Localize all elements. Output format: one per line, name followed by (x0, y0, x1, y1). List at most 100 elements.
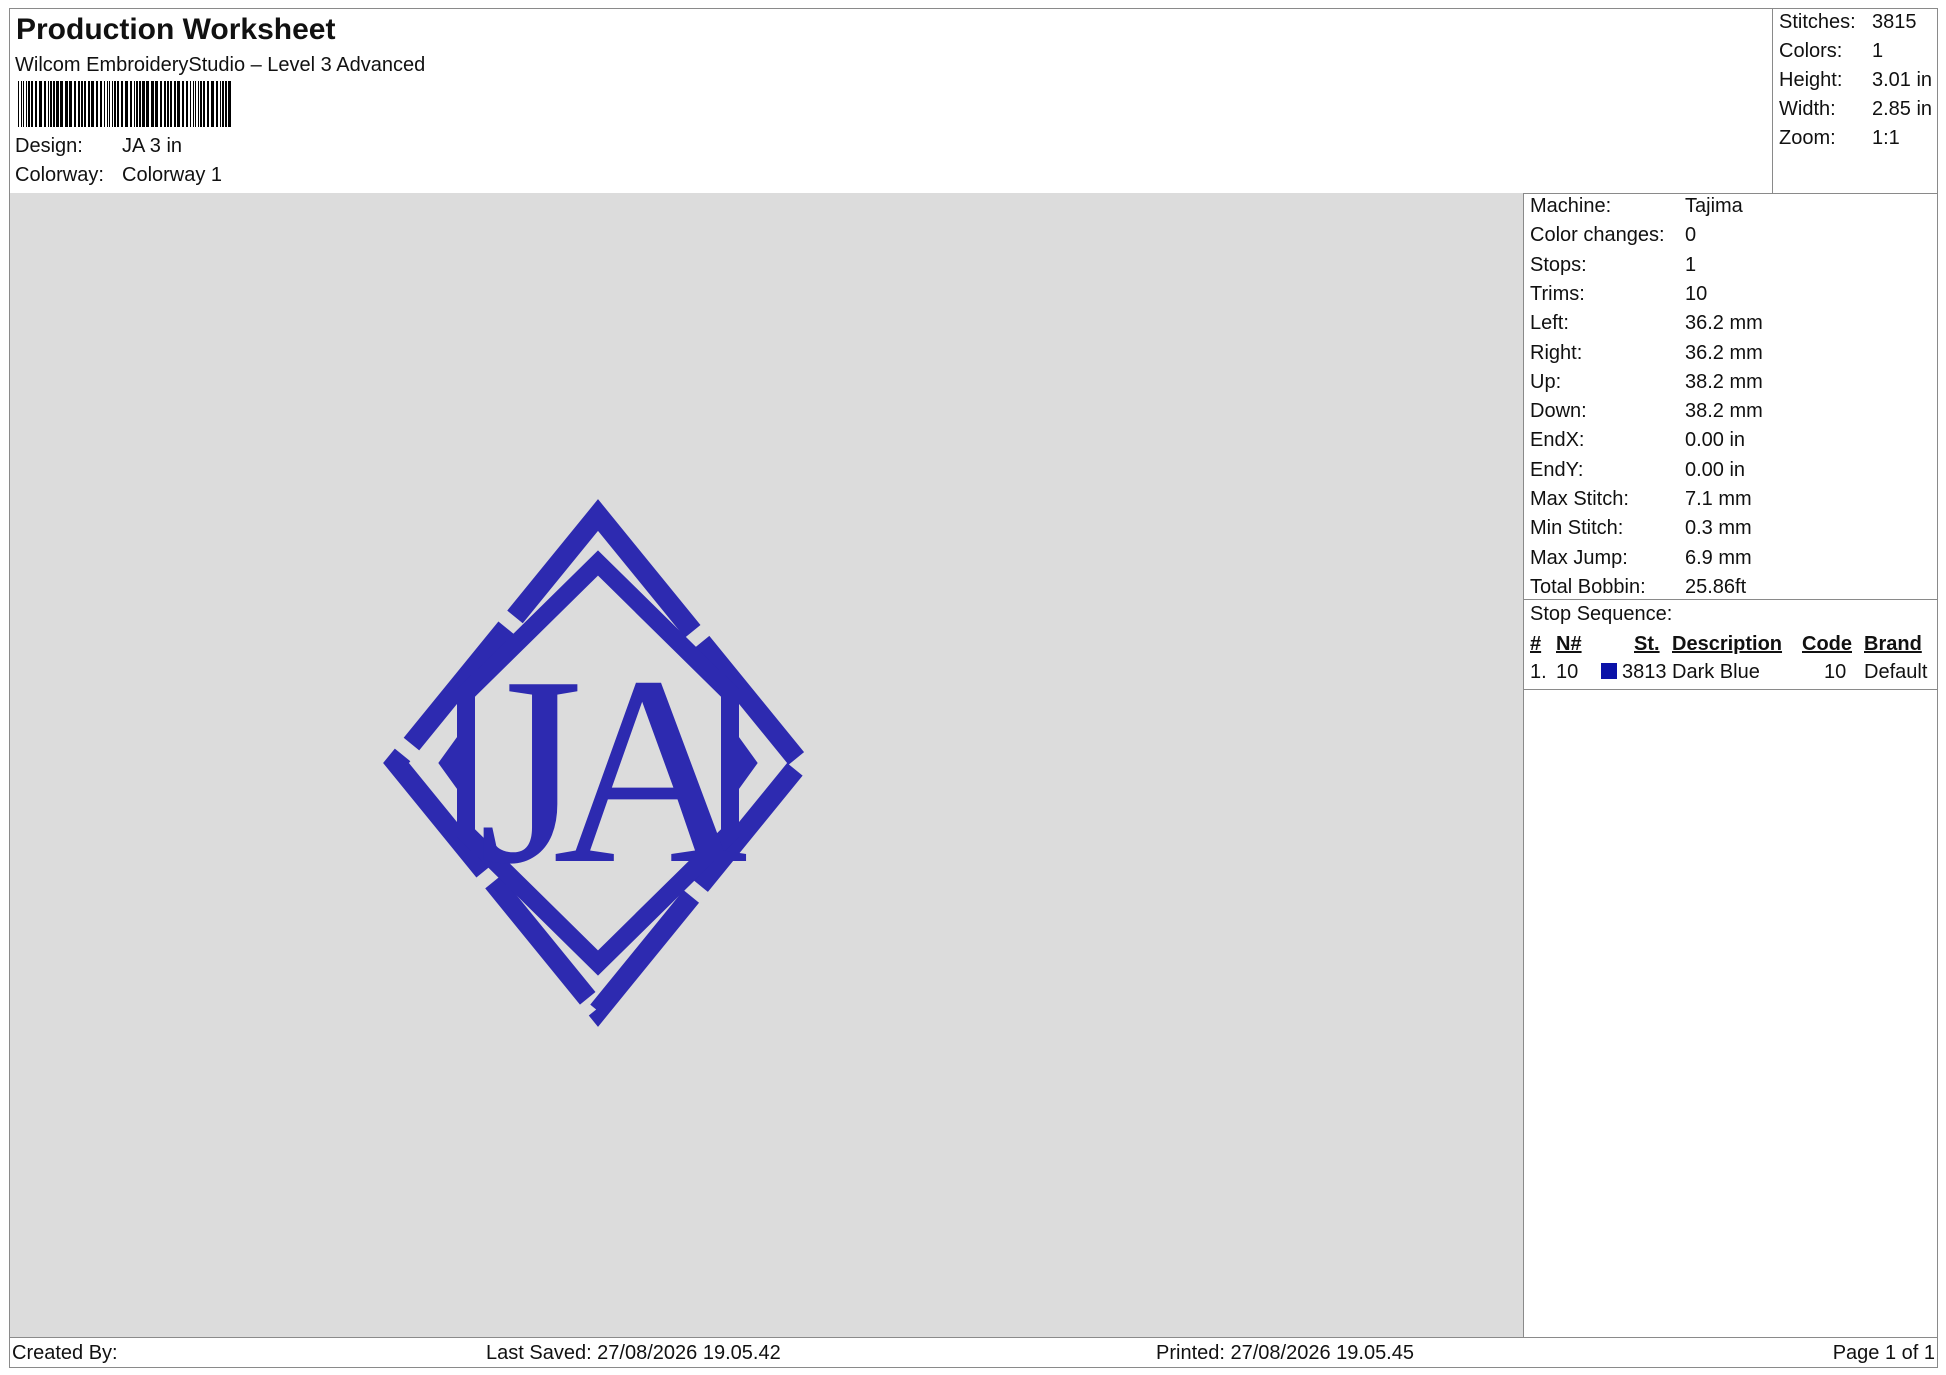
barcode-bar (177, 81, 180, 127)
colorway-value: Colorway 1 (122, 164, 223, 186)
detail-value: 0 (1685, 224, 1697, 247)
barcode-bar (114, 81, 116, 127)
divider (1524, 599, 1937, 600)
summary-value: 1 (1872, 40, 1884, 62)
detail-row: Down: 38.2 mm (1530, 400, 1763, 423)
barcode-bar (23, 81, 24, 127)
detail-row: Machine: Tajima (1530, 195, 1743, 218)
summary-label: Zoom: (1779, 127, 1836, 149)
barcode-bar (18, 81, 19, 127)
detail-row: Min Stitch: 0.3 mm (1530, 517, 1752, 540)
barcode-bar (35, 81, 37, 127)
barcode-bar (207, 81, 209, 127)
barcode-bar (203, 81, 205, 127)
detail-label: Total Bobbin: (1530, 575, 1646, 598)
summary-value: 2.85 in (1872, 98, 1933, 120)
divider (1524, 689, 1937, 690)
barcode-bar (146, 81, 149, 127)
stop-sequence-title: Stop Sequence: (1530, 603, 1673, 625)
detail-value: Tajima (1685, 195, 1743, 217)
summary-value: 3.01 in (1872, 69, 1933, 91)
barcode-bar (130, 81, 132, 127)
col-description: Description (1672, 633, 1783, 655)
col-brand: Brand (1864, 633, 1922, 655)
summary-box: Stitches: 3815 Colors: 1 Height: 3.01 in… (1772, 9, 1938, 193)
col-stitches: St. (1634, 633, 1660, 655)
barcode-bar (195, 81, 196, 127)
barcode-bar (211, 81, 214, 127)
barcode-bar (125, 81, 128, 127)
summary-value: 3815 (1872, 11, 1917, 33)
detail-label: Up: (1530, 370, 1562, 393)
detail-label: Right: (1530, 341, 1583, 364)
summary-height: Height: 3.01 in (1779, 69, 1932, 92)
barcode-bar (174, 81, 176, 127)
detail-label: Trims: (1530, 282, 1585, 305)
barcode-bar (220, 81, 221, 127)
barcode-bar (48, 81, 49, 127)
summary-label: Stitches: (1779, 11, 1856, 33)
barcode-bar (182, 81, 184, 127)
barcode-bar (121, 81, 123, 127)
detail-label: Color changes: (1530, 224, 1665, 247)
barcode-bar (26, 81, 27, 127)
barcode-bar (28, 81, 30, 127)
design-value: JA 3 in (122, 135, 183, 157)
detail-value: 6.9 mm (1685, 546, 1752, 569)
detail-label: Down: (1530, 400, 1587, 423)
barcode-bar (112, 81, 113, 127)
barcode-bar (104, 81, 105, 127)
detail-value: 25.86ft (1685, 575, 1747, 598)
detail-row: Max Jump: 6.9 mm (1530, 547, 1752, 570)
barcode-bar (170, 81, 172, 127)
barcode-bar (134, 81, 135, 127)
detail-label: Max Stitch: (1530, 488, 1629, 510)
barcode-bar (96, 81, 98, 127)
row-needle: 10 (1556, 661, 1579, 683)
detail-value: 36.2 mm (1685, 341, 1763, 364)
detail-row: Trims: 10 (1530, 283, 1707, 306)
barcode-bar (167, 81, 169, 127)
barcode-bar (117, 81, 119, 127)
detail-value: 38.2 mm (1685, 370, 1763, 393)
barcode-bar (139, 81, 141, 127)
barcode-bar (81, 81, 83, 127)
barcode-bar (193, 81, 194, 127)
worksheet-footer: Created By: Last Saved: 27/08/2026 19.05… (10, 1337, 1937, 1368)
barcode-bar (225, 81, 227, 127)
detail-row: Stops: 1 (1530, 254, 1696, 277)
summary-stitches: Stitches: 3815 (1779, 11, 1917, 34)
barcode-bar (84, 81, 86, 127)
summary-label: Colors: (1779, 40, 1843, 62)
barcode-bar (216, 81, 218, 127)
last-saved: Last Saved: 27/08/2026 19.05.42 (486, 1342, 781, 1364)
barcode-bar (164, 81, 166, 127)
barcode-bar (136, 81, 138, 127)
barcode-bar (53, 81, 55, 127)
detail-value: 0.00 in (1685, 429, 1746, 452)
detail-label: EndY: (1530, 458, 1584, 481)
detail-value: 10 (1685, 282, 1708, 305)
barcode-bar (190, 81, 191, 127)
detail-row: Max Stitch: 7.1 mm (1530, 488, 1752, 511)
detail-label: EndX: (1530, 429, 1585, 452)
detail-value: 38.2 mm (1685, 400, 1763, 423)
barcode-bar (228, 81, 231, 127)
barcode-bar (69, 81, 72, 127)
detail-row: EndX: 0.00 in (1530, 429, 1745, 452)
detail-row: Up: 38.2 mm (1530, 371, 1763, 394)
row-description: Dark Blue (1672, 661, 1760, 683)
summary-width: Width: 2.85 in (1779, 98, 1932, 121)
detail-label: Min Stitch: (1530, 517, 1624, 540)
design-row: Design: JA 3 in (15, 135, 182, 158)
col-code: Code (1802, 633, 1852, 655)
detail-value: 0.00 in (1685, 458, 1746, 481)
worksheet: Production Worksheet Wilcom EmbroiderySt… (9, 8, 1938, 1368)
colorway-row: Colorway: Colorway 1 (15, 164, 222, 187)
colorway-label: Colorway: (15, 164, 104, 186)
barcode-bar (21, 81, 22, 127)
detail-row: Total Bobbin: 25.86ft (1530, 576, 1746, 599)
color-swatch (1601, 663, 1617, 679)
barcode-bar (60, 81, 63, 127)
software-name: Wilcom EmbroideryStudio – Level 3 Advanc… (15, 54, 426, 76)
